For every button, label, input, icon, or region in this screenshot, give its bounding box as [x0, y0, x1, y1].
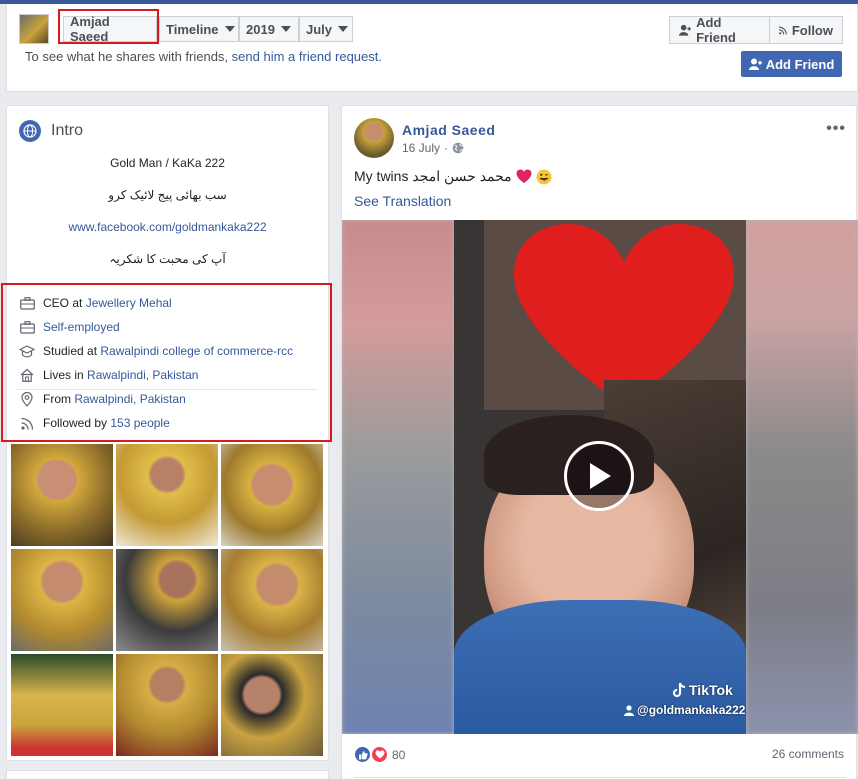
add-friend-label: Add Friend — [696, 15, 736, 45]
globe-icon — [452, 142, 464, 154]
chevron-down-icon — [224, 26, 235, 32]
post-card: Amjad Saeed 16 July · ••• My twins محمد … — [341, 105, 858, 779]
photo-thumbnail[interactable] — [221, 444, 323, 546]
intro-title: Intro — [51, 122, 84, 139]
see-translation-link[interactable]: See Translation — [354, 193, 451, 209]
month-dropdown[interactable]: July — [299, 16, 353, 42]
reaction-count: 80 — [392, 747, 406, 762]
friend-request-link[interactable]: send him a friend request. — [232, 49, 382, 64]
highlight-box-name — [58, 9, 159, 44]
friend-message-text: To see what he shares with friends, — [25, 49, 232, 64]
post-author-name[interactable]: Amjad Saeed — [402, 122, 495, 138]
profile-avatar-small[interactable] — [19, 14, 49, 44]
highlight-box-details — [1, 283, 332, 442]
photo-thumbnail[interactable] — [116, 444, 218, 546]
tiktok-label: TikTok — [689, 682, 733, 698]
play-icon — [590, 463, 611, 489]
post-text-content: My twins محمد حسن امجد — [354, 168, 512, 184]
video-blur-left — [342, 220, 454, 734]
follow-label: Follow — [791, 22, 833, 38]
bio-line: آپ کی محبت کا شکریہ — [109, 252, 226, 266]
add-friend-primary-button[interactable]: Add Friend — [741, 51, 842, 77]
user-icon — [624, 704, 634, 716]
video-blur-right — [746, 220, 858, 734]
year-label: 2019 — [246, 21, 275, 37]
photo-thumbnail[interactable] — [116, 549, 218, 651]
friend-request-message: To see what he shares with friends, send… — [25, 49, 382, 64]
chevron-down-icon — [280, 26, 291, 32]
tiktok-username: @goldmankaka222 — [624, 703, 745, 717]
photo-thumbnail[interactable] — [11, 549, 113, 651]
video-player[interactable]: TikTok @goldmankaka222 — [342, 220, 858, 734]
add-friend-icon — [748, 58, 762, 70]
tiktok-watermark: TikTok — [672, 682, 733, 698]
year-dropdown[interactable]: 2019 — [239, 16, 299, 42]
chevron-down-icon — [338, 26, 349, 32]
more-options-icon[interactable]: ••• — [826, 120, 846, 138]
intro-header: Intro — [19, 120, 83, 142]
tiktok-logo-icon — [672, 682, 686, 698]
meta-separator: · — [444, 141, 449, 155]
timeline-dropdown[interactable]: Timeline — [159, 16, 239, 42]
add-friend-primary-label: Add Friend — [765, 56, 835, 72]
reactions-summary[interactable]: 80 — [354, 746, 405, 763]
rss-icon — [779, 26, 787, 34]
tiktok-username-text: @goldmankaka222 — [637, 703, 746, 717]
photo-thumbnail[interactable] — [221, 654, 323, 756]
photo-thumbnail[interactable] — [221, 549, 323, 651]
profile-header: Amjad Saeed Timeline 2019 July To see wh… — [6, 4, 858, 92]
photo-thumbnail[interactable] — [116, 654, 218, 756]
photo-thumbnail[interactable] — [11, 444, 113, 546]
play-button[interactable] — [564, 441, 634, 511]
next-card — [6, 770, 329, 779]
timeline-label: Timeline — [166, 21, 219, 37]
post-author-avatar[interactable] — [354, 118, 394, 158]
follow-button[interactable]: Follow — [769, 16, 843, 44]
comments-count-link[interactable]: 26 comments — [772, 747, 844, 761]
bio-line: سب بھائی پیج لائیک کرو — [108, 188, 227, 202]
photo-grid — [11, 444, 323, 756]
post-date[interactable]: 16 July — [402, 141, 440, 155]
bio-line: Gold Man / KaKa 222 — [110, 156, 225, 170]
post-meta: 16 July · — [402, 141, 464, 155]
love-reaction-icon — [371, 746, 388, 763]
post-text: My twins محمد حسن امجد — [354, 168, 552, 185]
like-reaction-icon — [354, 746, 371, 763]
add-friend-button[interactable]: Add Friend — [669, 15, 770, 45]
globe-icon — [19, 120, 41, 142]
red-heart-emoji-icon — [516, 169, 532, 183]
post-divider — [354, 777, 846, 778]
add-friend-icon — [679, 24, 692, 36]
photo-thumbnail[interactable] — [11, 654, 113, 756]
tongue-out-emoji-icon — [536, 169, 552, 184]
intro-card: Intro Gold Man / KaKa 222 سب بھائی پیج ل… — [1, 105, 332, 761]
bio-website-link[interactable]: www.facebook.com/goldmankaka222 — [7, 220, 328, 234]
month-label: July — [306, 21, 333, 37]
